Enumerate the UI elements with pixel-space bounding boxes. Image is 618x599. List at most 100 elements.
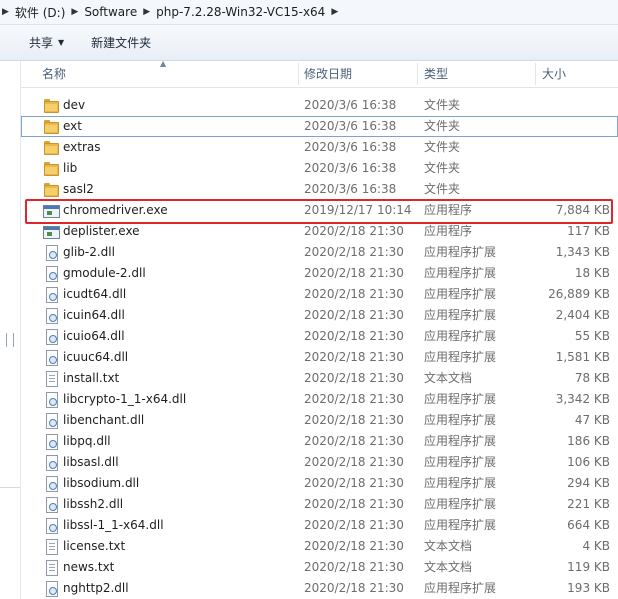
file-name: libsasl.dll bbox=[63, 455, 119, 469]
dll-icon bbox=[43, 287, 59, 303]
navigation-pane[interactable] bbox=[0, 61, 21, 599]
file-name: nghttp2.dll bbox=[63, 581, 129, 595]
chevron-right-icon[interactable]: ▶ bbox=[2, 7, 9, 17]
file-name: deplister.exe bbox=[63, 224, 140, 238]
file-row[interactable]: lib 2020/3/6 16:38 文件夹 bbox=[21, 158, 618, 179]
file-name: ext bbox=[63, 119, 82, 133]
chevron-right-icon[interactable]: ▶ bbox=[143, 7, 150, 17]
dll-icon bbox=[43, 350, 59, 366]
file-type: 应用程序 bbox=[424, 203, 473, 217]
share-button[interactable]: 共享 ▼ bbox=[19, 31, 74, 55]
file-date: 2020/2/18 21:30 bbox=[304, 350, 404, 364]
address-bar[interactable]: ▶ 软件 (D:) ▶ Software ▶ php-7.2.28-Win32-… bbox=[0, 0, 618, 25]
file-size: 106 KB bbox=[567, 455, 610, 469]
column-separator[interactable] bbox=[535, 63, 536, 85]
file-row[interactable]: libsodium.dll 2020/2/18 21:30 应用程序扩展 294 KB bbox=[21, 473, 618, 494]
file-row[interactable]: deplister.exe 2020/2/18 21:30 应用程序 117 KB bbox=[21, 221, 618, 242]
file-row[interactable]: chromedriver.exe 2019/12/17 10:14 应用程序 7,88… bbox=[21, 200, 618, 221]
file-row[interactable]: icuin64.dll 2020/2/18 21:30 应用程序扩展 2,404 KB bbox=[21, 305, 618, 326]
file-row[interactable]: icudt64.dll 2020/2/18 21:30 应用程序扩展 26,889 K… bbox=[21, 284, 618, 305]
file-name: gmodule-2.dll bbox=[63, 266, 146, 280]
file-type: 应用程序扩展 bbox=[424, 245, 497, 259]
column-name[interactable]: 名称 bbox=[42, 61, 66, 87]
column-separator[interactable] bbox=[417, 63, 418, 85]
folder-icon bbox=[43, 182, 59, 197]
column-date[interactable]: 修改日期 bbox=[304, 61, 352, 87]
file-date: 2020/3/6 16:38 bbox=[304, 182, 397, 196]
file-date: 2020/2/18 21:30 bbox=[304, 245, 404, 259]
file-row[interactable]: libpq.dll 2020/2/18 21:30 应用程序扩展 186 KB bbox=[21, 431, 618, 452]
file-date: 2020/2/18 21:30 bbox=[304, 434, 404, 448]
column-header: ▲ 名称 修改日期 类型 大小 bbox=[21, 59, 618, 88]
file-row[interactable]: libcrypto-1_1-x64.dll 2020/2/18 21:30 应用程序… bbox=[21, 389, 618, 410]
file-row[interactable]: ext 2020/3/6 16:38 文件夹 bbox=[21, 116, 618, 137]
file-type: 应用程序扩展 bbox=[424, 392, 497, 406]
file-name: install.txt bbox=[63, 371, 120, 385]
file-row[interactable]: libssh2.dll 2020/2/18 21:30 应用程序扩展 221 KB bbox=[21, 494, 618, 515]
file-size: 186 KB bbox=[567, 434, 610, 448]
file-date: 2019/12/17 10:14 bbox=[304, 203, 412, 217]
chevron-right-icon[interactable]: ▶ bbox=[71, 7, 78, 17]
file-name: libenchant.dll bbox=[63, 413, 145, 427]
file-type: 应用程序扩展 bbox=[424, 434, 497, 448]
file-type: 应用程序扩展 bbox=[424, 308, 497, 322]
file-date: 2020/2/18 21:30 bbox=[304, 476, 404, 490]
file-type: 应用程序扩展 bbox=[424, 476, 497, 490]
dropdown-arrow-icon: ▼ bbox=[58, 38, 65, 47]
file-size: 55 KB bbox=[574, 329, 610, 343]
dll-icon bbox=[43, 434, 59, 450]
file-name: dev bbox=[63, 98, 86, 112]
file-date: 2020/2/18 21:30 bbox=[304, 455, 404, 469]
breadcrumb-php-folder[interactable]: php-7.2.28-Win32-VC15-x64 bbox=[156, 5, 325, 19]
dll-icon bbox=[43, 308, 59, 324]
column-separator[interactable] bbox=[298, 63, 299, 85]
file-row[interactable]: libsasl.dll 2020/2/18 21:30 应用程序扩展 106 KB bbox=[21, 452, 618, 473]
file-row[interactable]: icuuc64.dll 2020/2/18 21:30 应用程序扩展 1,581 KB bbox=[21, 347, 618, 368]
file-type: 应用程序扩展 bbox=[424, 581, 497, 595]
file-row[interactable]: glib-2.dll 2020/2/18 21:30 应用程序扩展 1,343 KB bbox=[21, 242, 618, 263]
file-row[interactable]: dev 2020/3/6 16:38 文件夹 bbox=[21, 95, 618, 116]
pane-splitter-grip[interactable] bbox=[6, 333, 14, 347]
file-date: 2020/2/18 21:30 bbox=[304, 518, 404, 532]
file-row[interactable]: libenchant.dll 2020/2/18 21:30 应用程序扩展 47 KB bbox=[21, 410, 618, 431]
file-row[interactable]: gmodule-2.dll 2020/2/18 21:30 应用程序扩展 18 KB bbox=[21, 263, 618, 284]
file-type: 应用程序扩展 bbox=[424, 287, 497, 301]
file-row[interactable]: libssl-1_1-x64.dll 2020/2/18 21:30 应用程序扩展 6… bbox=[21, 515, 618, 536]
column-size[interactable]: 大小 bbox=[542, 61, 566, 87]
file-name: libsodium.dll bbox=[63, 476, 140, 490]
chevron-right-icon[interactable]: ▶ bbox=[331, 7, 338, 17]
text-file-icon bbox=[43, 371, 59, 387]
file-row[interactable]: icuio64.dll 2020/2/18 21:30 应用程序扩展 55 KB bbox=[21, 326, 618, 347]
file-name: libssl-1_1-x64.dll bbox=[63, 518, 164, 532]
file-type: 应用程序扩展 bbox=[424, 455, 497, 469]
folder-icon bbox=[43, 119, 59, 134]
breadcrumb-drive[interactable]: 软件 (D:) bbox=[15, 4, 65, 21]
file-row[interactable]: news.txt 2020/2/18 21:30 文本文档 119 KB bbox=[21, 557, 618, 578]
file-row[interactable]: install.txt 2020/2/18 21:30 文本文档 78 KB bbox=[21, 368, 618, 389]
file-size: 4 KB bbox=[582, 539, 610, 553]
file-name: extras bbox=[63, 140, 101, 154]
file-name: libssh2.dll bbox=[63, 497, 124, 511]
file-name: chromedriver.exe bbox=[63, 203, 168, 217]
file-row[interactable]: nghttp2.dll 2020/2/18 21:30 应用程序扩展 193 KB bbox=[21, 578, 618, 599]
dll-icon bbox=[43, 329, 59, 345]
text-file-icon bbox=[43, 560, 59, 576]
file-type: 文本文档 bbox=[424, 539, 473, 553]
file-date: 2020/2/18 21:30 bbox=[304, 581, 404, 595]
share-label: 共享 bbox=[29, 36, 54, 50]
file-list[interactable]: dev 2020/3/6 16:38 文件夹 ext 2020/3/6 16:38 文件夹… bbox=[21, 95, 618, 599]
file-name: lib bbox=[63, 161, 78, 175]
file-name: icuuc64.dll bbox=[63, 350, 129, 364]
file-row[interactable]: extras 2020/3/6 16:38 文件夹 bbox=[21, 137, 618, 158]
dll-icon bbox=[43, 266, 59, 282]
breadcrumb-software[interactable]: Software bbox=[84, 5, 137, 19]
text-file-icon bbox=[43, 539, 59, 555]
new-folder-button[interactable]: 新建文件夹 bbox=[81, 31, 161, 55]
file-row[interactable]: sasl2 2020/3/6 16:38 文件夹 bbox=[21, 179, 618, 200]
column-type[interactable]: 类型 bbox=[424, 61, 448, 87]
file-name: icudt64.dll bbox=[63, 287, 127, 301]
file-row[interactable]: license.txt 2020/2/18 21:30 文本文档 4 KB bbox=[21, 536, 618, 557]
folder-icon bbox=[43, 140, 59, 155]
dll-icon bbox=[43, 581, 59, 597]
file-type: 应用程序扩展 bbox=[424, 329, 497, 343]
